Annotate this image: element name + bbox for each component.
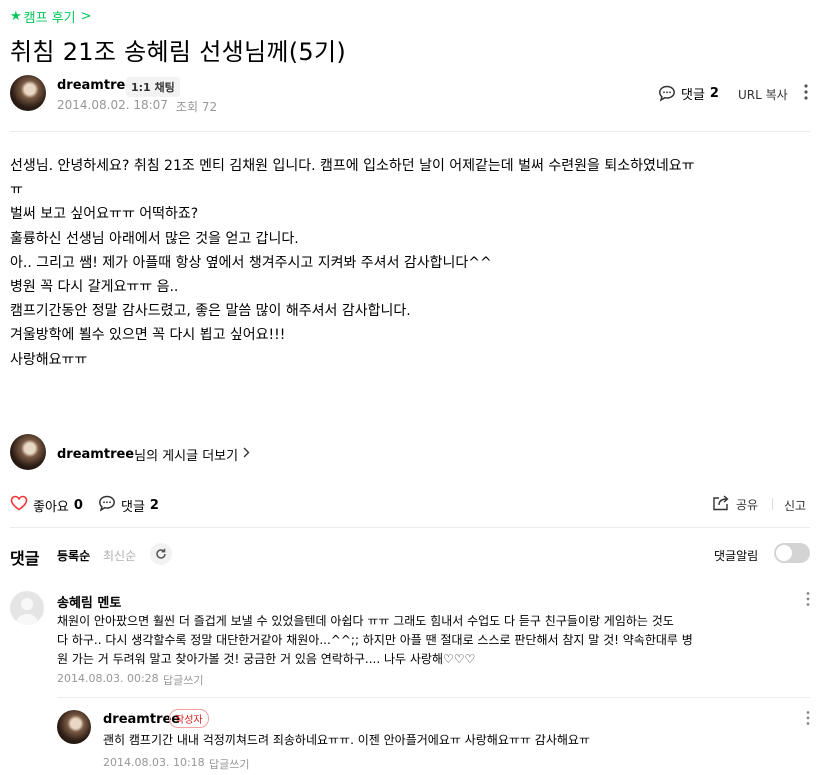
header-comment-button[interactable]: 댓글 2 bbox=[658, 84, 719, 103]
reply-text: 괜히 캠프기간 내내 걱정끼쳐드려 죄송하네요ㅠㅠ. 이젠 안아플거에요ㅠ 사랑… bbox=[103, 733, 590, 747]
more-posts-label: 님의 게시글 더보기 bbox=[134, 449, 239, 464]
comment-options-icon[interactable] bbox=[805, 591, 811, 611]
comment-count-button[interactable]: 댓글 2 bbox=[98, 495, 159, 516]
post-meta: 2014.08.02. 18:07 조회 72 bbox=[57, 98, 217, 115]
body-line: 캠프기간동안 정말 감사드렸고, 좋은 말씀 많이 해주셔서 감사합니다. bbox=[10, 303, 411, 320]
comment-line: 다 하구.. 다시 생각할수록 정말 대단한거같아 채원아...^^;; 하지만… bbox=[57, 633, 693, 647]
breadcrumb[interactable]: ★ 캠프 후기 > bbox=[10, 7, 92, 26]
heart-icon bbox=[10, 495, 28, 515]
comment-icon bbox=[98, 495, 116, 516]
share-label: 공유 bbox=[736, 498, 759, 512]
reply-avatar[interactable] bbox=[57, 710, 91, 744]
comment-alarm-label: 댓글알림 bbox=[714, 549, 759, 563]
comment-avatar-default[interactable] bbox=[10, 591, 44, 625]
reply-options-icon[interactable] bbox=[805, 710, 811, 730]
share-icon bbox=[712, 495, 730, 514]
body-line: 병원 꼭 다시 갈게요ㅠㅠ 음.. bbox=[10, 279, 179, 296]
comment-author[interactable]: 송혜림 멘토 bbox=[57, 592, 121, 611]
star-icon: ★ bbox=[10, 9, 22, 24]
more-options-icon[interactable] bbox=[803, 83, 809, 105]
post-body: 선생님. 안녕하세요? 취침 21조 멘티 김채원 입니다. 캠프에 입소하던 … bbox=[10, 154, 815, 372]
bar-divider bbox=[772, 498, 773, 510]
page-title: 취침 21조 송혜림 선생님께(5기) bbox=[10, 38, 347, 66]
body-line: ㅠ bbox=[10, 182, 23, 199]
reply-date: 2014.08.03. 10:18 bbox=[103, 756, 205, 769]
comment-label: 댓글 bbox=[681, 88, 705, 103]
comment-label: 댓글 bbox=[121, 500, 145, 515]
comment-count: 2 bbox=[149, 498, 159, 513]
sort-registered-tab[interactable]: 등록순 bbox=[57, 547, 90, 564]
body-line: 선생님. 안녕하세요? 취침 21조 멘티 김채원 입니다. 캠프에 입소하던 … bbox=[10, 158, 695, 174]
toggle-knob bbox=[776, 545, 792, 561]
like-button[interactable]: 좋아요 0 bbox=[10, 495, 83, 515]
chat-badge[interactable]: 1:1 채팅 bbox=[126, 77, 180, 97]
refresh-icon[interactable] bbox=[150, 543, 172, 565]
body-line: 벌써 보고 싶어요ㅠㅠ 어떡하죠? bbox=[10, 206, 199, 223]
reply-button[interactable]: 답글쓰기 bbox=[163, 672, 203, 688]
comment-text: 채원이 안아팠으면 훨씬 더 즐겁게 보낼 수 있었을텐데 아쉽다 ㅠㅠ 그래도… bbox=[57, 612, 807, 669]
author-badge: 작성자 bbox=[169, 709, 209, 728]
body-line: 훌륭하신 선생님 아래에서 많은 것을 얻고 갑니다. bbox=[10, 230, 299, 247]
divider bbox=[10, 131, 810, 132]
comment-line: 채원이 안아팠으면 훨씬 더 즐겁게 보낼 수 있었을텐데 아쉽다 ㅠㅠ 그래도… bbox=[57, 614, 674, 628]
report-button[interactable]: 신고 bbox=[784, 497, 806, 514]
body-line: 겨울방학에 뵐수 있으면 꼭 다시 뵙고 싶어요!!! bbox=[10, 327, 286, 344]
author-avatar-small[interactable] bbox=[10, 434, 46, 470]
chevron-right-icon: > bbox=[80, 9, 92, 24]
post-date: 2014.08.02. 18:07 bbox=[57, 98, 168, 112]
sort-latest-tab[interactable]: 최신순 bbox=[103, 547, 136, 564]
share-button[interactable]: 공유 bbox=[712, 495, 758, 514]
like-count: 0 bbox=[73, 497, 83, 513]
body-line: 사랑해요ㅠㅠ bbox=[10, 351, 88, 368]
comment-icon bbox=[658, 85, 676, 102]
chevron-right-icon bbox=[243, 447, 250, 462]
divider bbox=[57, 697, 810, 698]
breadcrumb-label: 캠프 후기 bbox=[23, 11, 76, 26]
like-label: 좋아요 bbox=[33, 499, 69, 515]
comment-line: 원 가는 거 두려워 말고 찾아가볼 것! 궁금한 거 있음 연락하구.... … bbox=[57, 652, 476, 666]
post-views: 조회 72 bbox=[175, 100, 218, 114]
comments-title: 댓글 bbox=[10, 549, 40, 568]
more-posts-author: dreamtree bbox=[57, 447, 135, 462]
divider bbox=[10, 527, 810, 528]
comment-count: 2 bbox=[709, 86, 719, 101]
comment-date: 2014.08.03. 00:28 bbox=[57, 672, 159, 685]
more-posts-link[interactable]: dreamtree 님의 게시글 더보기 bbox=[57, 445, 250, 464]
comment-alarm-toggle[interactable] bbox=[774, 543, 810, 563]
author-name[interactable]: dreamtree bbox=[57, 78, 134, 93]
body-line: 아.. 그리고 쌤! 제가 아플때 항상 옆에서 챙겨주시고 지켜봐 주셔서 감… bbox=[10, 254, 492, 271]
reply-reply-button[interactable]: 답글쓰기 bbox=[209, 756, 249, 772]
avatar[interactable] bbox=[10, 75, 46, 111]
url-copy-button[interactable]: URL 복사 bbox=[738, 86, 788, 103]
